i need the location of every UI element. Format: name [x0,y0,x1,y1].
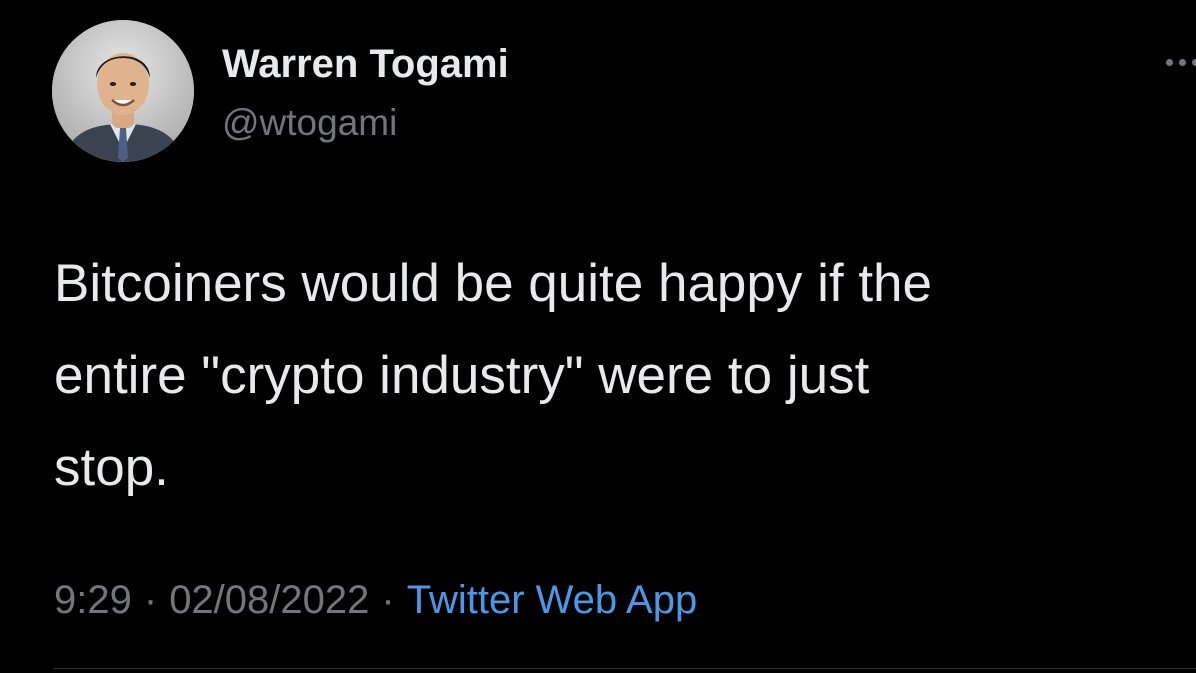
more-options-icon [1166,59,1173,66]
separator: · [381,578,395,622]
author-display-name[interactable]: Warren Togami [222,40,509,88]
more-options-icon [1179,59,1186,66]
more-options-icon [1192,59,1196,66]
avatar[interactable] [52,20,194,162]
more-options-button[interactable] [1160,48,1196,78]
tweet-source-link[interactable]: Twitter Web App [407,578,698,622]
tweet-text: Bitcoiners would be quite happy if the e… [54,254,932,497]
tweet-time[interactable]: 9:29 [54,578,132,622]
author-handle[interactable]: @wtogami [222,100,397,146]
tweet-date[interactable]: 02/08/2022 [169,578,369,622]
divider [54,668,1196,669]
separator: · [143,578,158,622]
profile-photo-icon [52,20,194,162]
tweet: Warren Togami @wtogami Bitcoiners would … [0,0,1196,673]
tweet-metadata: 9:29 · 02/08/2022 · Twitter Web App [54,574,697,626]
